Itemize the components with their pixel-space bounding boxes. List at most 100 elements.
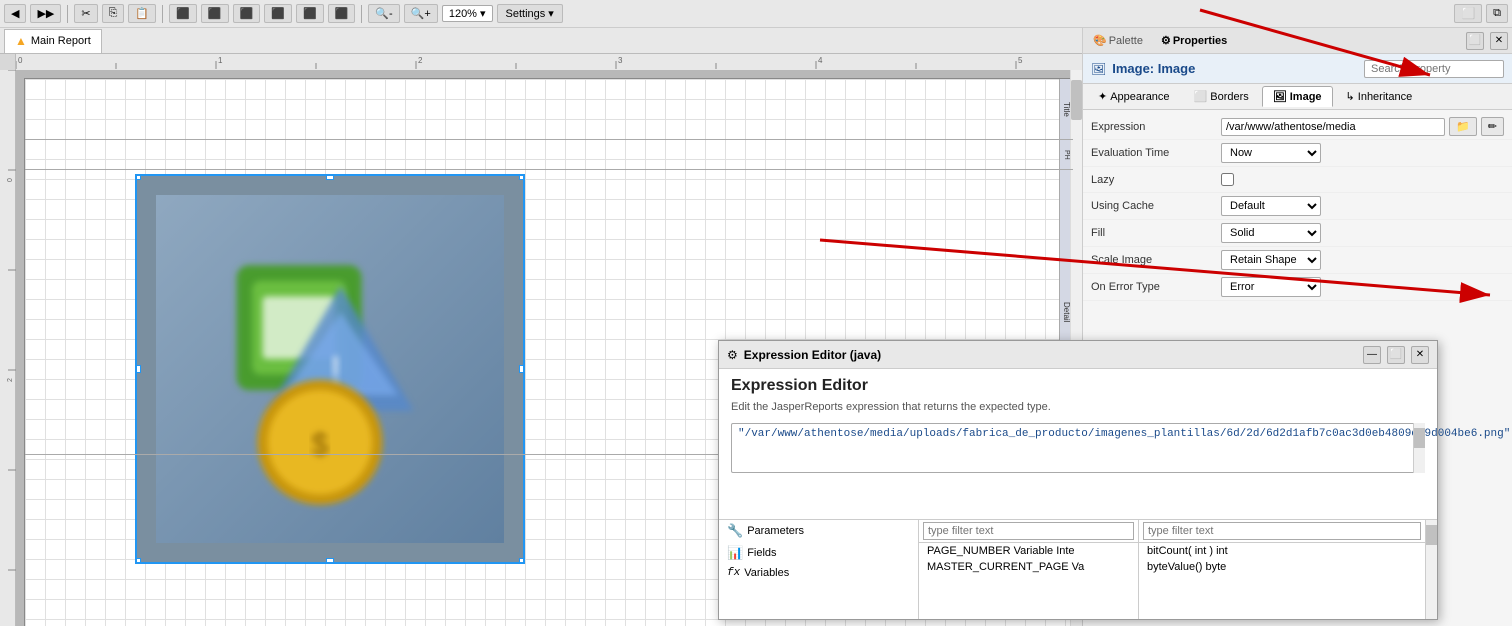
handle-top-right[interactable] [519,174,525,180]
scale-image-row: Scale Image Retain Shape Clip Fill Frame… [1083,247,1512,274]
dialog-maximize-button[interactable]: ⬜ [1387,346,1405,364]
horizontal-ruler: 0 1 2 3 4 [16,54,1082,70]
fill-select[interactable]: Solid None [1221,223,1321,243]
dialog-title-icon: ⚙ [727,348,738,362]
svg-text:3: 3 [618,56,623,65]
dialog-minimize-button[interactable]: — [1363,346,1381,364]
expression-row: Expression 📁 ✏ [1083,114,1512,140]
evaluation-time-label: Evaluation Time [1091,147,1221,159]
handle-bottom-center[interactable] [326,558,334,564]
bit-count-item[interactable]: bitCount( int ) int [1139,543,1425,559]
borders-tab-icon: ⬜ [1194,90,1208,103]
expr-box-scrollbar[interactable] [1413,423,1425,473]
lazy-value [1221,173,1504,186]
main-report-tab[interactable]: ▲ Main Report [4,29,102,53]
redo-button[interactable]: ▶▶ [30,4,61,23]
paste-button[interactable]: 📋 [128,4,156,23]
report-tab-bar: ▲ Main Report [0,28,1082,54]
scale-image-select[interactable]: Retain Shape Clip Fill Frame Real Height… [1221,250,1321,270]
tab-image[interactable]: 🖼 Image [1262,86,1333,107]
search-property-input[interactable] [1364,60,1504,78]
appearance-tab-icon: ✦ [1098,90,1107,103]
svg-text:5: 5 [1018,56,1023,65]
ruler-v-svg: 0 2 [0,70,16,626]
handle-bottom-left[interactable] [135,558,141,564]
svg-text:2: 2 [418,56,423,65]
dialog-right-scrollbar[interactable] [1425,520,1437,619]
byte-value-item[interactable]: byteValue() byte [1139,559,1425,575]
panel-maximize-button[interactable]: ⬜ [1466,32,1484,50]
fields-label: Fields [747,547,776,559]
dialog-close-button[interactable]: ✕ [1411,346,1429,364]
evaluation-time-select[interactable]: Now Report Page Column [1221,143,1321,163]
handle-mid-right[interactable] [519,365,525,373]
expression-input[interactable] [1221,118,1445,136]
undo-button[interactable]: ◀ [4,4,26,23]
ruler-corner [0,54,16,70]
align-top-button[interactable]: ⬛ [264,4,292,23]
align-right-button[interactable]: ⬛ [233,4,261,23]
properties-icon: ⚙ [1161,34,1171,47]
settings-label: Settings [506,8,546,20]
expression-editor-box[interactable]: "/var/www/athentose/media/uploads/fabric… [731,423,1425,473]
expr-scrollbar-thumb[interactable] [1414,428,1425,448]
cut-button[interactable]: ✂ [74,4,97,23]
handle-top-center[interactable] [326,174,334,180]
handle-mid-left[interactable] [135,365,141,373]
zoom-selector[interactable]: 120% ▾ [442,5,493,22]
align-bottom-button[interactable]: ⬛ [328,4,356,23]
zoom-dropdown-icon[interactable]: ▾ [480,7,486,20]
expr-box-container: "/var/www/athentose/media/uploads/fabric… [731,423,1425,473]
dialog-right-scroll-thumb[interactable] [1426,525,1437,545]
settings-button[interactable]: Settings ▾ [497,4,563,23]
master-current-page-item[interactable]: MASTER_CURRENT_PAGE Va [919,559,1138,575]
restore-button[interactable]: ⧉ [1486,4,1508,23]
inheritance-tab-icon: ↳ [1346,90,1355,103]
settings-dropdown-icon: ▾ [548,7,554,20]
tab-inheritance[interactable]: ↳ Inheritance [1335,86,1424,107]
align-center-button[interactable]: ⬛ [201,4,229,23]
byte-value-label: byteValue() byte [1147,561,1226,573]
expression-edit-button[interactable]: ✏ [1481,117,1504,136]
svg-text:0: 0 [7,178,14,182]
tab-borders[interactable]: ⬜ Borders [1183,86,1260,107]
on-error-type-select[interactable]: Error Blank Icon [1221,277,1321,297]
maximize-button[interactable]: ⬜ [1454,4,1482,23]
page-number-item[interactable]: PAGE_NUMBER Variable Inte [919,543,1138,559]
panel-close-button[interactable]: ✕ [1490,32,1508,50]
main-toolbar: ◀ ▶▶ ✂ ⎘ 📋 ⬛ ⬛ ⬛ ⬛ ⬛ ⬛ 🔍- 🔍+ 120% ▾ Sett… [0,0,1512,28]
handle-top-left[interactable] [135,174,141,180]
ruler-row: 0 1 2 3 4 [0,54,1082,70]
section-line-1 [25,139,1073,140]
lazy-checkbox[interactable] [1221,173,1234,186]
toolbar-separator-2 [162,5,163,23]
zoom-out-button[interactable]: 🔍- [368,4,399,23]
palette-tab[interactable]: 🎨 Palette [1087,32,1149,49]
tab-appearance[interactable]: ✦ Appearance [1087,86,1181,107]
dialog-right-panel: bitCount( int ) int byteValue() byte [1139,520,1425,619]
properties-panel-tab[interactable]: ⚙ Properties [1155,32,1233,49]
expression-label: Expression [1091,121,1221,133]
image-element[interactable]: ! $ [135,174,525,564]
align-left-button[interactable]: ⬛ [169,4,197,23]
expression-folder-button[interactable]: 📁 [1449,117,1477,136]
image-tab-label: Image [1290,91,1322,103]
canvas-vscroll-thumb[interactable] [1071,80,1082,120]
parameters-label: Parameters [747,525,804,537]
variables-tree-item[interactable]: fx Variables [719,564,918,582]
using-cache-select[interactable]: Default True False [1221,196,1321,216]
evaluation-time-value: Now Report Page Column [1221,143,1504,163]
svg-text:$: $ [311,426,328,461]
dialog-title: Expression Editor (java) [744,348,1357,362]
zoom-in-button[interactable]: 🔍+ [404,4,438,23]
align-middle-button[interactable]: ⬛ [296,4,324,23]
right-filter-input[interactable] [1143,522,1421,540]
fields-tree-item[interactable]: 📊 Fields [719,542,918,564]
on-error-type-label: On Error Type [1091,281,1221,293]
copy-button[interactable]: ⎘ [102,4,125,23]
properties-header: 🖼 Image: Image [1083,54,1512,84]
mid-filter-input[interactable] [923,522,1134,540]
handle-bottom-right[interactable] [519,558,525,564]
parameters-tree-item[interactable]: 🔧 Parameters [719,520,918,542]
scale-image-value: Retain Shape Clip Fill Frame Real Height… [1221,250,1504,270]
